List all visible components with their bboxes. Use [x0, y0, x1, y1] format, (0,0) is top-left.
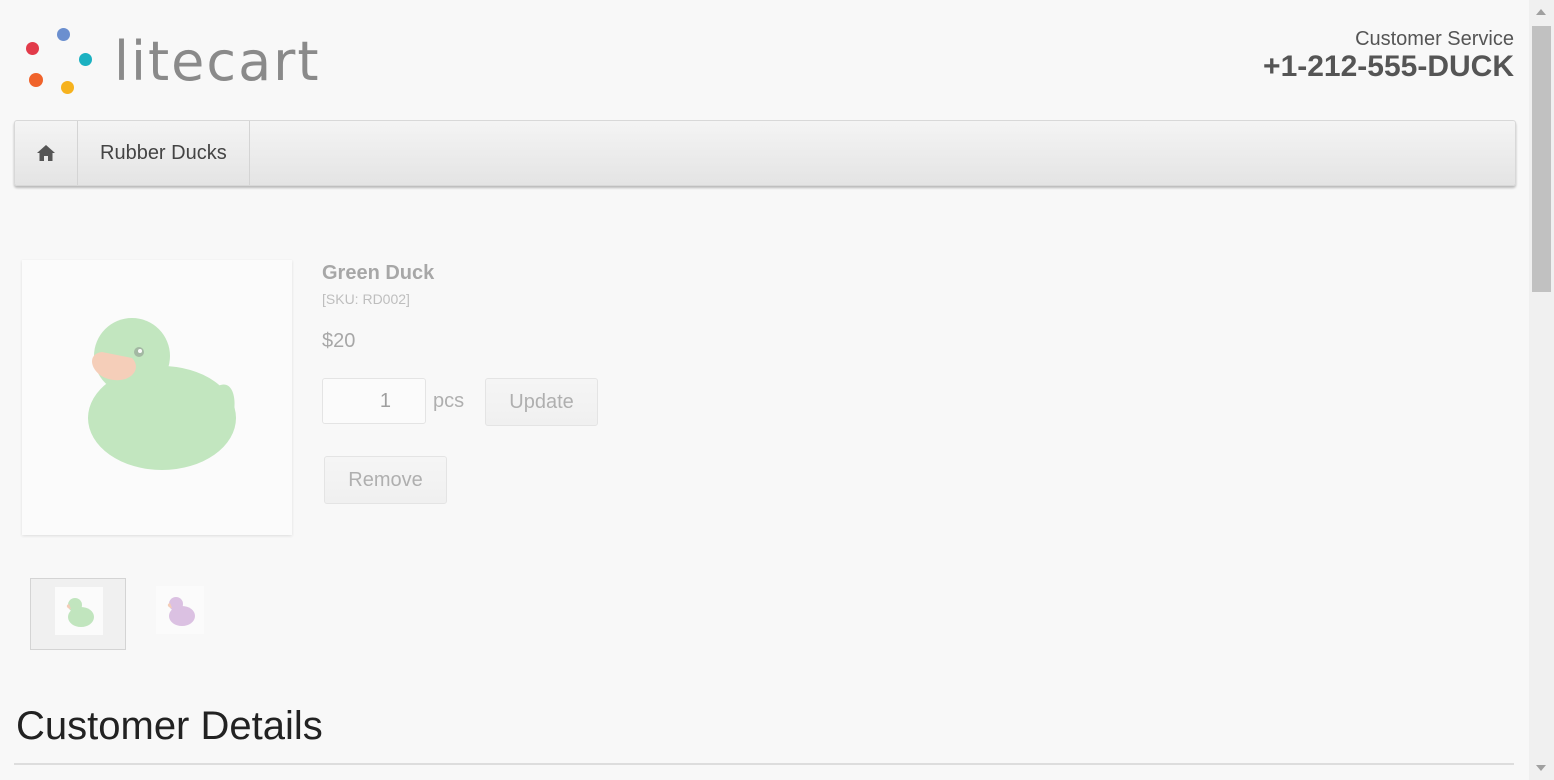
customer-service: Customer Service +1-212-555-DUCK	[1263, 28, 1514, 84]
product-image[interactable]	[22, 260, 292, 535]
product-price: $20	[322, 330, 356, 352]
customer-details-title: Customer Details	[16, 704, 323, 748]
product-name[interactable]: Green Duck	[322, 262, 722, 285]
logo-dot	[61, 81, 74, 94]
customer-service-phone[interactable]: +1-212-555-DUCK	[1263, 50, 1514, 84]
nav-item-rubber-ducks[interactable]: Rubber Ducks	[78, 121, 250, 185]
scrollbar-thumb[interactable]	[1532, 26, 1551, 292]
scroll-up-icon[interactable]	[1536, 9, 1546, 15]
product-sku: [SKU: RD002]	[322, 291, 410, 307]
customer-service-label: Customer Service	[1355, 28, 1514, 50]
home-icon	[37, 145, 55, 161]
green-duck-image	[88, 318, 236, 470]
thumbnail-green-duck[interactable]	[30, 578, 126, 650]
quantity-unit: pcs	[433, 390, 465, 412]
quantity-input[interactable]: 1	[322, 378, 426, 424]
logo-dot	[79, 53, 92, 66]
logo-wordmark: litecart	[114, 30, 321, 93]
logo-dot	[29, 73, 43, 87]
remove-button[interactable]: Remove	[324, 456, 447, 504]
main-navigation: Rubber Ducks	[14, 120, 1516, 186]
purple-duck-thumbnail-icon	[167, 597, 195, 626]
logo-dot	[57, 28, 70, 41]
update-button[interactable]: Update	[485, 378, 598, 426]
site-logo[interactable]: litecart	[24, 26, 334, 98]
vertical-scrollbar[interactable]	[1529, 0, 1554, 780]
logo-dot	[26, 42, 39, 55]
section-divider	[14, 763, 1514, 765]
nav-home[interactable]	[15, 121, 78, 185]
green-duck-thumbnail-icon	[66, 598, 94, 627]
thumbnail-purple-duck[interactable]	[132, 578, 228, 650]
cart-item-details: Green Duck [SKU: RD002] $20 1 pcs Update…	[322, 260, 722, 504]
scroll-down-icon[interactable]	[1536, 765, 1546, 771]
